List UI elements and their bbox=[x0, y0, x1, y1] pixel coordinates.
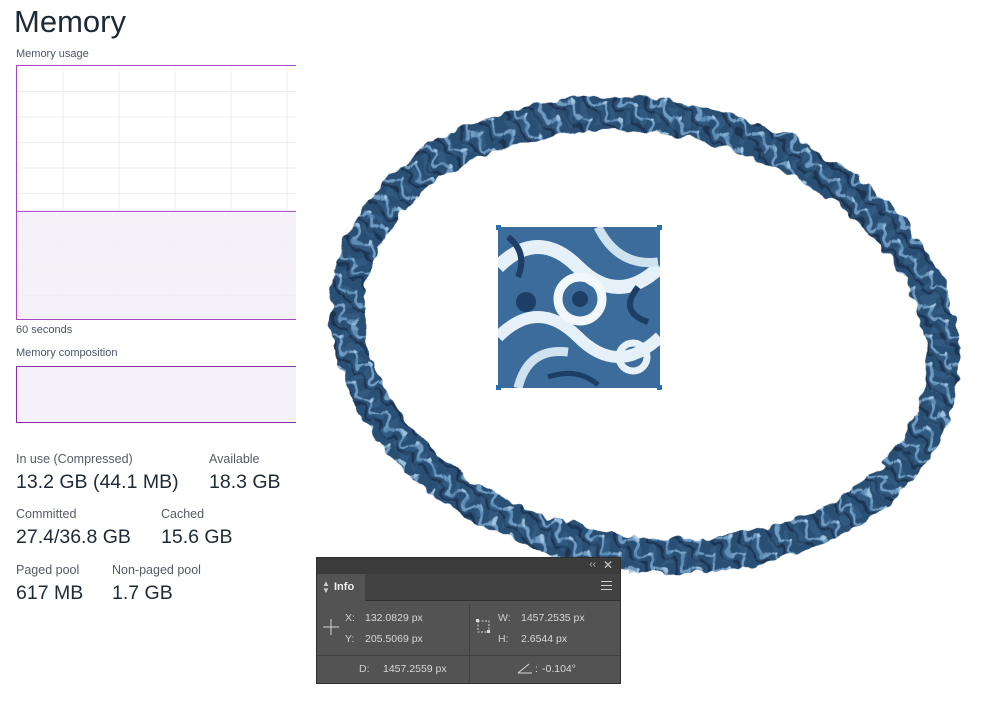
paged-pool-label: Paged pool bbox=[16, 563, 80, 577]
panel-menu-icon[interactable] bbox=[601, 581, 612, 593]
w-value: 1457.2535 px bbox=[521, 612, 585, 624]
memory-usage-graph bbox=[16, 65, 296, 320]
memory-usage-chart bbox=[17, 66, 296, 319]
crosshair-icon bbox=[323, 619, 339, 635]
info-panel: ‹‹ ✕ ▲ ▼ Info X: 132.0829 px Y: 205.5069 … bbox=[316, 557, 621, 684]
y-label: Y: bbox=[345, 633, 355, 645]
transform-handle-top-right[interactable] bbox=[657, 225, 662, 230]
memory-composition-bar bbox=[16, 366, 296, 423]
non-paged-pool-label: Non-paged pool bbox=[112, 563, 201, 577]
tab-options-icon[interactable]: ▲ ▼ bbox=[322, 580, 330, 595]
in-use-label: In use (Compressed) bbox=[16, 452, 133, 466]
paged-pool-value: 617 MB bbox=[16, 582, 84, 604]
x-label: X: bbox=[345, 612, 355, 624]
transform-handle-top-left[interactable] bbox=[496, 225, 501, 230]
page-title: Memory bbox=[14, 4, 126, 39]
w-label: W: bbox=[498, 612, 511, 624]
tab-info[interactable]: ▲ ▼ Info bbox=[317, 574, 365, 601]
info-divider-horizontal bbox=[317, 655, 620, 656]
d-label: D: bbox=[359, 663, 370, 675]
time-span-label: 60 seconds bbox=[16, 324, 73, 336]
tab-info-label: Info bbox=[334, 581, 355, 593]
pattern-swatch[interactable] bbox=[493, 224, 665, 390]
cached-label: Cached bbox=[161, 507, 205, 521]
panel-tab-bar: ▲ ▼ Info bbox=[317, 574, 620, 601]
available-value: 18.3 GB bbox=[209, 471, 281, 493]
collapse-icon[interactable]: ‹‹ bbox=[589, 559, 596, 570]
usage-fill-area bbox=[17, 211, 296, 319]
close-icon[interactable]: ✕ bbox=[603, 558, 613, 572]
pattern-swatch-art bbox=[493, 224, 665, 390]
info-divider-vertical bbox=[469, 604, 470, 682]
angle-icon bbox=[517, 663, 532, 674]
d-value: 1457.2559 px bbox=[383, 663, 447, 675]
transform-handle-bottom-right[interactable] bbox=[657, 385, 662, 390]
angle-colon: : bbox=[535, 663, 538, 675]
available-label: Available bbox=[209, 452, 260, 466]
h-label: H: bbox=[498, 633, 509, 645]
transform-handle-bottom-left[interactable] bbox=[496, 385, 501, 390]
angle-value: -0.104° bbox=[542, 663, 576, 675]
committed-label: Committed bbox=[16, 507, 77, 521]
transform-box-icon bbox=[476, 619, 490, 633]
non-paged-pool-value: 1.7 GB bbox=[112, 582, 173, 604]
memory-pane: Memory Memory usage 60 seconds Memory co… bbox=[0, 0, 310, 707]
cached-value: 15.6 GB bbox=[161, 526, 233, 548]
y-value: 205.5069 px bbox=[365, 633, 423, 645]
memory-composition-label: Memory composition bbox=[16, 347, 118, 359]
h-value: 2.6544 px bbox=[521, 633, 568, 645]
memory-usage-label: Memory usage bbox=[16, 48, 89, 60]
committed-value: 27.4/36.8 GB bbox=[16, 526, 131, 548]
panel-title-bar[interactable]: ‹‹ ✕ bbox=[317, 558, 620, 574]
in-use-value: 13.2 GB (44.1 MB) bbox=[16, 471, 179, 493]
x-value: 132.0829 px bbox=[365, 612, 423, 624]
